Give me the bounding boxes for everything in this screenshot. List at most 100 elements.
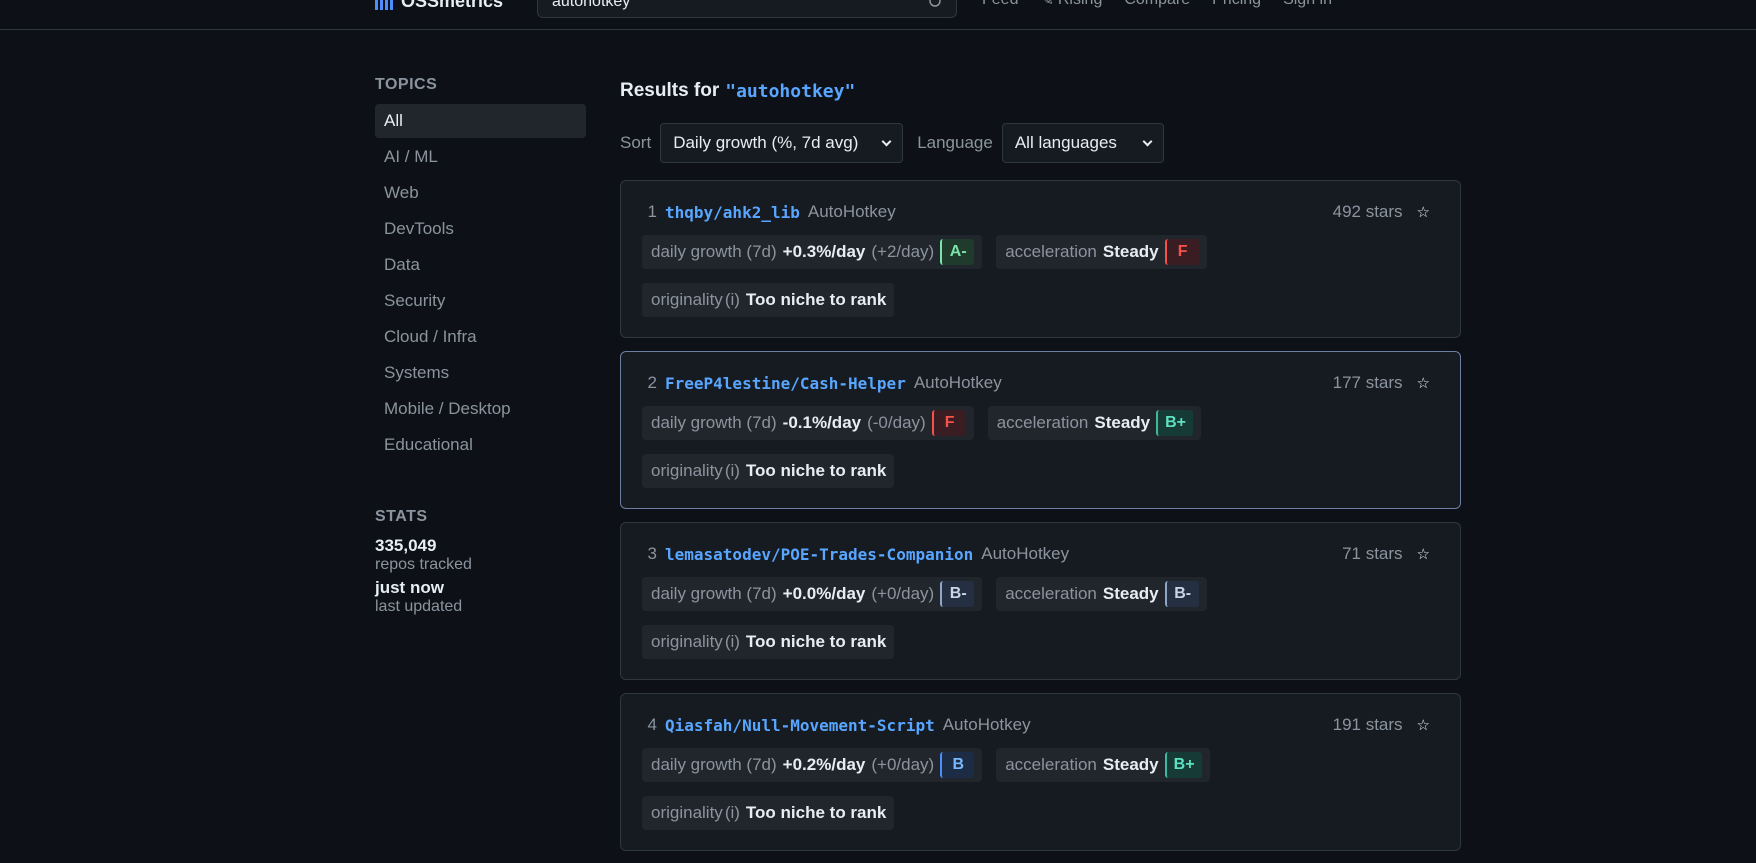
- sort-select[interactable]: Daily growth (%, 7d avg): [660, 123, 904, 163]
- growth-abs: (+0/day): [871, 584, 935, 603]
- search-input[interactable]: autohotkey: [537, 0, 957, 18]
- sidebar-item-web[interactable]: Web: [375, 176, 586, 210]
- growth-value: +0.3%/day: [782, 242, 866, 261]
- growth-abs: (+2/day): [871, 242, 935, 261]
- repo-link[interactable]: FreeP4lestine/Cash-Helper: [665, 374, 906, 393]
- sidebar: TOPICS All AI / ML Web DevTools Data Sec…: [375, 76, 586, 620]
- accel-pill: acceleration Steady B-: [996, 577, 1207, 611]
- growth-label: daily growth (7d): [651, 242, 777, 261]
- sidebar-item-security[interactable]: Security: [375, 284, 586, 318]
- repo-link[interactable]: lemasatodev/POE-Trades-Companion: [665, 545, 973, 564]
- growth-value: -0.1%/day: [782, 413, 862, 432]
- growth-grade-badge: F: [931, 410, 966, 436]
- orig-value: Too niche to rank: [745, 461, 887, 480]
- language-select[interactable]: All languages: [1001, 123, 1164, 163]
- chevron-down-icon: [1142, 136, 1153, 146]
- accel-value: Steady: [1102, 584, 1159, 603]
- orig-label: originality: [651, 461, 723, 480]
- star-icon[interactable]: ☆: [1417, 203, 1430, 221]
- accel-label: acceleration: [1005, 242, 1097, 261]
- repo-language: AutoHotkey: [981, 544, 1070, 563]
- accel-pill: acceleration Steady F: [996, 235, 1207, 269]
- accel-value: Steady: [1094, 413, 1151, 432]
- originality-pill: originality (i) Too niche to rank: [642, 454, 895, 488]
- accel-pill: acceleration Steady B+: [996, 748, 1210, 782]
- sidebar-item-all[interactable]: All: [375, 104, 586, 138]
- nav-feed[interactable]: Feed: [982, 0, 1018, 9]
- result-card[interactable]: 3 lemasatodev/POE-Trades-Companion AutoH…: [620, 522, 1461, 680]
- accel-value: Steady: [1102, 755, 1159, 774]
- result-rank: 2: [647, 373, 657, 392]
- result-rank: 1: [647, 202, 657, 221]
- growth-value: +0.0%/day: [782, 584, 866, 603]
- growth-pill: daily growth (7d) -0.1%/day (-0/day) F: [642, 406, 974, 440]
- sort-label: Sort: [620, 133, 652, 152]
- updated-label: last updated: [375, 598, 463, 615]
- repo-language: AutoHotkey: [913, 373, 1002, 392]
- growth-pill: daily growth (7d) +0.0%/day (+0/day) B-: [642, 577, 983, 611]
- result-card[interactable]: 1 thqby/ahk2_lib AutoHotkey 492 stars ☆ …: [620, 180, 1461, 338]
- info-icon[interactable]: (i): [725, 803, 740, 823]
- star-icon[interactable]: ☆: [1417, 374, 1430, 392]
- star-count: 191 stars: [1332, 715, 1403, 734]
- topics-heading: TOPICS: [375, 76, 438, 93]
- growth-value: +0.2%/day: [782, 755, 866, 774]
- language-value: All languages: [1014, 133, 1117, 152]
- sidebar-item-cloud-infra[interactable]: Cloud / Infra: [375, 320, 586, 354]
- top-nav: Feed ✎ Rising Compare Pricing Sign in: [982, 0, 1332, 10]
- orig-value: Too niche to rank: [745, 290, 887, 309]
- accel-pill: acceleration Steady B+: [987, 406, 1202, 440]
- result-card[interactable]: 4 Qiasfah/Null-Movement-Script AutoHotke…: [620, 693, 1461, 851]
- accel-label: acceleration: [1005, 584, 1097, 603]
- info-icon[interactable]: (i): [725, 290, 740, 310]
- language-label: Language: [917, 133, 993, 152]
- filter-controls: Sort Daily growth (%, 7d avg) Language A…: [620, 123, 1461, 163]
- nav-pricing[interactable]: Pricing: [1212, 0, 1261, 9]
- info-icon[interactable]: (i): [725, 632, 740, 652]
- top-bar: OSSmetrics autohotkey Feed ✎ Rising Compa…: [0, 0, 1756, 30]
- sidebar-item-ai-ml[interactable]: AI / ML: [375, 140, 586, 174]
- sort-value: Daily growth (%, 7d avg): [673, 133, 859, 152]
- orig-label: originality: [651, 290, 723, 309]
- pencil-icon: ✎: [1040, 0, 1054, 9]
- brand-logo[interactable]: OSSmetrics: [375, 0, 503, 12]
- repos-count: 335,049: [375, 536, 437, 555]
- sidebar-item-mobile-desktop[interactable]: Mobile / Desktop: [375, 392, 586, 426]
- star-icon[interactable]: ☆: [1417, 716, 1430, 734]
- growth-label: daily growth (7d): [651, 584, 777, 603]
- sidebar-item-systems[interactable]: Systems: [375, 356, 586, 390]
- repo-link[interactable]: thqby/ahk2_lib: [665, 203, 800, 222]
- search-icon[interactable]: [928, 0, 944, 10]
- result-rank: 3: [647, 544, 657, 563]
- growth-abs: (+0/day): [871, 755, 935, 774]
- accel-value: Steady: [1102, 242, 1159, 261]
- nav-compare[interactable]: Compare: [1124, 0, 1190, 9]
- stats-heading: STATS: [375, 508, 428, 525]
- result-card[interactable]: 2 FreeP4lestine/Cash-Helper AutoHotkey 1…: [620, 351, 1461, 509]
- orig-label: originality: [651, 803, 723, 822]
- sidebar-item-devtools[interactable]: DevTools: [375, 212, 586, 246]
- accel-grade-badge: B-: [1164, 581, 1199, 607]
- page-title: Results for "autohotkey": [620, 76, 1461, 106]
- nav-rising[interactable]: ✎ Rising: [1040, 0, 1102, 10]
- orig-value: Too niche to rank: [745, 803, 887, 822]
- repo-language: AutoHotkey: [807, 202, 896, 221]
- sidebar-item-data[interactable]: Data: [375, 248, 586, 282]
- brand-name: OSSmetrics: [401, 0, 504, 11]
- result-rank: 4: [647, 715, 657, 734]
- results-query: "autohotkey": [725, 80, 856, 102]
- updated-value: just now: [375, 578, 444, 597]
- repo-link[interactable]: Qiasfah/Null-Movement-Script: [665, 716, 935, 735]
- orig-value: Too niche to rank: [745, 632, 887, 651]
- growth-grade-badge: B-: [940, 581, 975, 607]
- star-icon[interactable]: ☆: [1417, 545, 1430, 563]
- originality-pill: originality (i) Too niche to rank: [642, 283, 895, 317]
- star-count: 71 stars: [1342, 544, 1403, 563]
- results-prefix: Results for: [620, 80, 720, 101]
- sidebar-item-educational[interactable]: Educational: [375, 428, 586, 462]
- nav-sign-in[interactable]: Sign in: [1283, 0, 1332, 9]
- star-count: 177 stars: [1332, 373, 1403, 392]
- star-count: 492 stars: [1332, 202, 1403, 221]
- search-value: autohotkey: [552, 0, 631, 10]
- info-icon[interactable]: (i): [725, 461, 740, 481]
